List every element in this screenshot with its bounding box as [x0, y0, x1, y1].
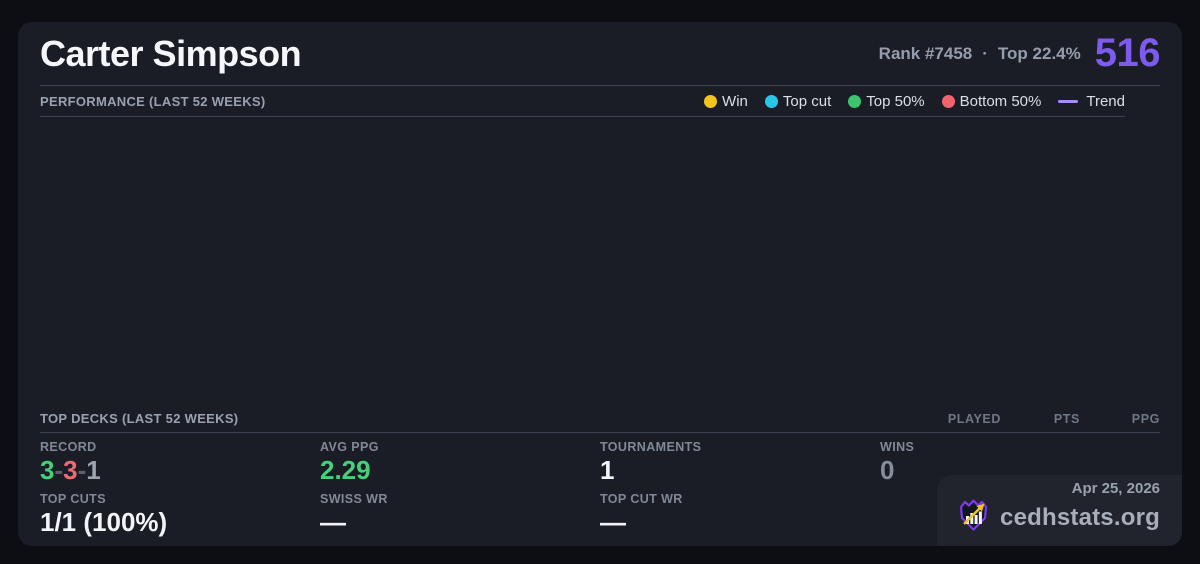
legend-label: Trend — [1086, 93, 1125, 110]
legend-dot-icon — [704, 95, 717, 108]
stat-top-cut-wr: TOP CUT WR — — [600, 492, 880, 537]
card-date: Apr 25, 2026 — [955, 480, 1160, 497]
legend-label: Top 50% — [866, 93, 924, 110]
record-part: 3 — [40, 455, 54, 485]
rank-label: Rank #7458 — [879, 44, 973, 64]
stat-label: SWISS WR — [320, 492, 600, 506]
stat-record: RECORD 3-3-1 — [40, 440, 320, 492]
rank-summary: Rank #7458 · Top 22.4% — [879, 44, 1081, 64]
record-part: - — [54, 455, 63, 485]
legend-item-bottom-50-: Bottom 50% — [942, 93, 1042, 110]
performance-chart-area — [40, 117, 1160, 405]
stat-label: TOP CUTS — [40, 492, 320, 506]
legend-dot-icon — [765, 95, 778, 108]
top-cut-wr-value: — — [600, 507, 880, 537]
chart-legend: Win Top cut Top 50% Bottom 50% Trend — [704, 93, 1125, 110]
stat-label: TOP CUT WR — [600, 492, 880, 506]
legend-label: Bottom 50% — [960, 93, 1042, 110]
legend-item-top-cut: Top cut — [765, 93, 831, 110]
legend-item-top-50-: Top 50% — [848, 93, 924, 110]
record-part: - — [78, 455, 87, 485]
swiss-wr-value: — — [320, 507, 600, 537]
rank-separator-dot: · — [982, 44, 988, 64]
brand-row: cedhstats.org — [955, 498, 1160, 537]
top-cuts-value: 1/1 (100%) — [40, 507, 320, 537]
stat-tournaments: TOURNAMENTS 1 — [600, 440, 880, 492]
player-name: Carter Simpson — [40, 33, 301, 75]
stat-label: WINS — [880, 440, 1160, 454]
player-score: 516 — [1095, 31, 1160, 76]
legend-dot-icon — [942, 95, 955, 108]
stat-top-cuts: TOP CUTS 1/1 (100%) — [40, 492, 320, 537]
player-stats-card: Carter Simpson Rank #7458 · Top 22.4% 51… — [18, 22, 1182, 546]
tournaments-value: 1 — [600, 455, 880, 485]
record-part: 1 — [86, 455, 100, 485]
record-value: 3-3-1 — [40, 455, 320, 485]
performance-section-title: PERFORMANCE (LAST 52 WEEKS) — [40, 94, 266, 109]
rank-score-group: Rank #7458 · Top 22.4% 516 — [879, 31, 1160, 76]
trend-line-icon — [1058, 100, 1078, 103]
stat-label: RECORD — [40, 440, 320, 454]
legend-item-win: Win — [704, 93, 748, 110]
legend-label: Top cut — [783, 93, 831, 110]
avg-ppg-value: 2.29 — [320, 455, 600, 485]
top-decks-section-title: TOP DECKS (LAST 52 WEEKS) — [40, 411, 238, 426]
legend-label: Win — [722, 93, 748, 110]
stat-swiss-wr: SWISS WR — — [320, 492, 600, 537]
top-decks-columns: PLAYED PTS PPG — [921, 412, 1160, 426]
top-percent-label: Top 22.4% — [998, 44, 1081, 64]
column-header-pts: PTS — [1001, 412, 1080, 426]
top-decks-header-row: TOP DECKS (LAST 52 WEEKS) PLAYED PTS PPG — [40, 405, 1160, 433]
stat-label: AVG PPG — [320, 440, 600, 454]
watermark-chip: Apr 25, 2026 cedhstats.org — [937, 475, 1182, 546]
brand-name: cedhstats.org — [1000, 504, 1160, 532]
column-header-ppg: PPG — [1080, 412, 1160, 426]
stat-label: TOURNAMENTS — [600, 440, 880, 454]
record-part: 3 — [63, 455, 77, 485]
performance-header-row: PERFORMANCE (LAST 52 WEEKS) Win Top cut To… — [40, 86, 1125, 117]
card-header: Carter Simpson Rank #7458 · Top 22.4% 51… — [40, 22, 1160, 86]
cedhstats-shield-logo-icon — [955, 498, 991, 537]
legend-dot-icon — [848, 95, 861, 108]
legend-item-trend: Trend — [1058, 93, 1125, 110]
column-header-played: PLAYED — [921, 412, 1001, 426]
stat-avg-ppg: AVG PPG 2.29 — [320, 440, 600, 492]
